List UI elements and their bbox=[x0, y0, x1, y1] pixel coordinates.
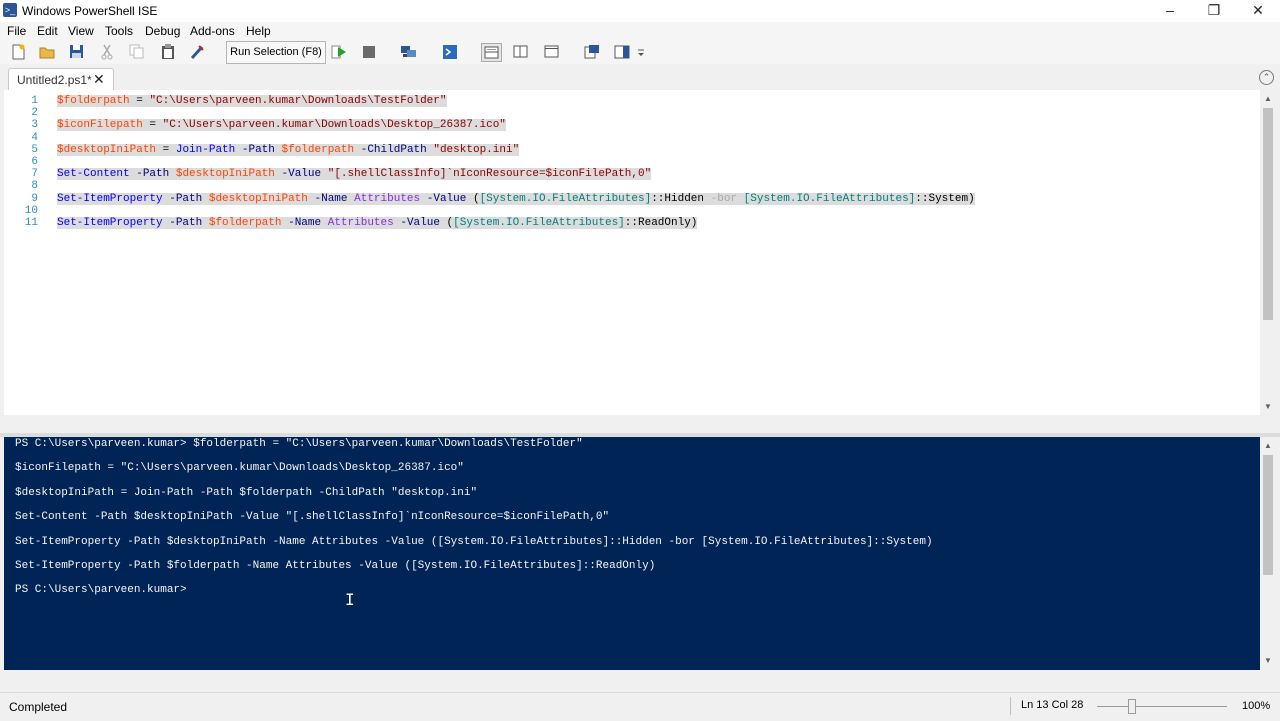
line-number: 7 bbox=[31, 168, 38, 181]
menu-edit[interactable]: Edit bbox=[37, 24, 58, 38]
status-bar: Completed Ln 13 Col 28 100% bbox=[0, 692, 1280, 721]
menu-help[interactable]: Help bbox=[246, 24, 271, 38]
console-line: Set-Content -Path $desktopIniPath -Value… bbox=[15, 511, 610, 524]
show-script-right-icon[interactable] bbox=[512, 43, 529, 60]
script-editor[interactable]: 1 $folderpath = "C:\Users\parveen.kumar\D… bbox=[4, 90, 1260, 415]
menu-file[interactable]: File bbox=[7, 24, 26, 38]
restore-button[interactable]: ❐ bbox=[1192, 0, 1236, 22]
editor-horizontal-scrollbar[interactable] bbox=[4, 415, 1260, 433]
powershell-app-icon: >_ bbox=[3, 3, 17, 17]
show-script-top-icon[interactable] bbox=[481, 43, 502, 62]
line-number: 6 bbox=[31, 156, 38, 168]
menu-tools[interactable]: Tools bbox=[105, 24, 133, 38]
run-script-icon[interactable] bbox=[330, 43, 347, 60]
code-text: Set-ItemProperty -Path $folderpath -Name… bbox=[57, 217, 698, 229]
code-text: $folderpath = "C:\Users\parveen.kumar\Do… bbox=[57, 95, 447, 107]
line-number: 1 bbox=[31, 95, 38, 107]
console-line: Set-ItemProperty -Path $desktopIniPath -… bbox=[15, 535, 933, 548]
console-line: Set-ItemProperty -Path $folderpath -Name… bbox=[15, 560, 656, 572]
code-text: Set-ItemProperty -Path $desktopIniPath -… bbox=[57, 192, 975, 205]
cursor-position: Ln 13 Col 28 bbox=[1021, 699, 1084, 711]
console-vertical-scrollbar[interactable]: ▲ ▼ bbox=[1260, 437, 1276, 670]
tab-label: Untitled2.ps1* bbox=[17, 73, 92, 87]
zoom-slider[interactable] bbox=[1097, 706, 1227, 707]
console-scroll-thumb[interactable] bbox=[1263, 455, 1273, 575]
menu-view[interactable]: View bbox=[68, 24, 94, 38]
copy-icon[interactable] bbox=[128, 43, 145, 60]
line-number: 9 bbox=[31, 192, 38, 205]
tab-close-icon[interactable]: ✕ bbox=[93, 71, 105, 88]
line-number: 2 bbox=[31, 107, 38, 120]
collapse-script-pane-icon[interactable]: ⌃ bbox=[1259, 70, 1274, 85]
toolbar: Run Selection (F8) bbox=[0, 40, 1280, 64]
console-horizontal-scrollbar[interactable] bbox=[4, 670, 1260, 690]
save-icon[interactable] bbox=[68, 43, 85, 60]
cut-icon[interactable] bbox=[98, 43, 115, 60]
code-text: Set-Content -Path $desktopIniPath -Value… bbox=[57, 168, 652, 181]
minimize-button[interactable]: – bbox=[1148, 0, 1192, 22]
status-text: Completed bbox=[9, 700, 68, 714]
line-number: 4 bbox=[31, 131, 38, 144]
run-selection-button[interactable]: Run Selection (F8) bbox=[226, 41, 326, 64]
menu-debug[interactable]: Debug bbox=[145, 24, 180, 38]
stop-icon[interactable] bbox=[360, 43, 377, 60]
menu-bar: File Edit View Tools Debug Add-ons Help bbox=[0, 22, 1280, 40]
window-title: Windows PowerShell ISE bbox=[22, 4, 158, 18]
console-line: $desktopIniPath = Join-Path -Path $folde… bbox=[15, 486, 478, 499]
text-cursor-icon: I bbox=[345, 590, 355, 609]
scroll-up-arrow-icon[interactable]: ▲ bbox=[1260, 92, 1276, 106]
editor-vertical-scrollbar[interactable]: ▲ ▼ bbox=[1260, 90, 1276, 415]
scroll-up-arrow-icon[interactable]: ▲ bbox=[1260, 439, 1276, 453]
title-bar: >_ Windows PowerShell ISE – ❐ ✕ bbox=[0, 0, 1280, 22]
console-pane[interactable]: PS C:\Users\parveen.kumar> $folderpath =… bbox=[4, 437, 1260, 670]
paste-icon[interactable] bbox=[159, 43, 176, 60]
remote-powershell-icon[interactable] bbox=[400, 43, 417, 60]
customize-dropdown-icon[interactable] bbox=[636, 43, 646, 60]
zoom-slider-thumb[interactable] bbox=[1128, 699, 1136, 714]
show-command-window-icon[interactable] bbox=[583, 43, 600, 60]
line-number: 11 bbox=[24, 217, 38, 229]
code-text: $desktopIniPath = Join-Path -Path $folde… bbox=[57, 143, 520, 156]
start-powershell-icon[interactable] bbox=[441, 43, 458, 60]
line-number: 10 bbox=[24, 204, 38, 217]
scroll-down-arrow-icon[interactable]: ▼ bbox=[1260, 654, 1276, 668]
line-number: 3 bbox=[31, 119, 38, 132]
line-number: 8 bbox=[31, 180, 38, 193]
new-file-icon[interactable] bbox=[9, 43, 26, 60]
script-tab-strip: Untitled2.ps1* ✕ ⌃ bbox=[0, 64, 1280, 91]
code-text: $iconFilepath = "C:\Users\parveen.kumar\… bbox=[57, 119, 506, 132]
status-separator bbox=[1010, 697, 1011, 715]
menu-add-ons[interactable]: Add-ons bbox=[190, 24, 235, 38]
tab-untitled2[interactable]: Untitled2.ps1* ✕ bbox=[8, 68, 114, 91]
console-line: PS C:\Users\parveen.kumar> $folderpath =… bbox=[15, 438, 583, 450]
close-window-button[interactable]: ✕ bbox=[1236, 0, 1280, 22]
scroll-down-arrow-icon[interactable]: ▼ bbox=[1260, 400, 1276, 414]
editor-scroll-thumb[interactable] bbox=[1263, 108, 1273, 320]
line-number: 5 bbox=[31, 143, 38, 156]
zoom-level: 100% bbox=[1242, 700, 1271, 712]
show-script-maximized-icon[interactable] bbox=[543, 43, 560, 60]
clear-icon[interactable] bbox=[189, 43, 206, 60]
open-folder-icon[interactable] bbox=[38, 43, 55, 60]
console-prompt: PS C:\Users\parveen.kumar> bbox=[15, 584, 187, 597]
console-line: $iconFilepath = "C:\Users\parveen.kumar\… bbox=[15, 462, 464, 475]
show-command-addon-icon[interactable] bbox=[613, 43, 630, 60]
